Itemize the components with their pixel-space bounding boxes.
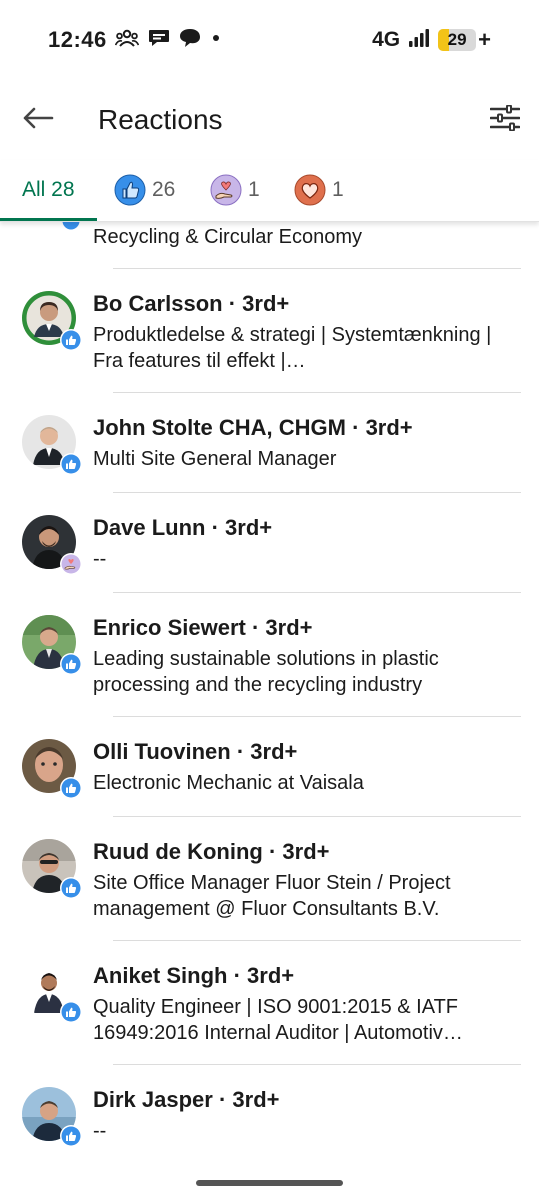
connection-degree: · 3rd+ [228, 291, 290, 316]
like-icon [60, 777, 82, 799]
list-item[interactable]: Olli Tuovinen · 3rd+ Electronic Mechanic… [0, 717, 539, 817]
home-indicator[interactable] [196, 1180, 343, 1186]
person-name: Olli Tuovinen [93, 739, 231, 764]
connection-degree: · 3rd+ [211, 515, 273, 540]
threads-icon [179, 28, 201, 48]
person-name: John Stolte CHA, CHGM [93, 415, 346, 440]
avatar[interactable] [22, 739, 82, 799]
dot-icon [210, 32, 222, 44]
support-icon [210, 174, 242, 206]
notification-icons [115, 28, 222, 48]
tab-like-count: 26 [152, 178, 176, 201]
list-item[interactable]: Recycling & Circular Economy [0, 222, 539, 269]
charging-indicator: + [478, 27, 491, 52]
connection-degree: · 3rd+ [251, 615, 313, 640]
like-icon [60, 877, 82, 899]
support-icon [60, 553, 82, 575]
person-name: Dave Lunn [93, 515, 206, 540]
app-header: Reactions [0, 82, 539, 160]
status-time: 12:46 [48, 27, 107, 52]
person-name-line: Olli Tuovinen · 3rd+ [93, 739, 297, 765]
like-icon [60, 329, 82, 351]
person-headline: Site Office Manager Fluor Stein / Projec… [93, 872, 451, 920]
group-icon [115, 29, 139, 47]
like-icon [60, 1125, 82, 1147]
battery-icon: 29 + [438, 27, 491, 53]
person-headline: Quality Engineer | ISO 9001:2015 & IATF … [93, 996, 463, 1044]
person-headline: Leading sustainable solutions in plastic… [93, 648, 439, 696]
list-item[interactable]: John Stolte CHA, CHGM · 3rd+ Multi Site … [0, 393, 539, 493]
person-headline: Recycling & Circular Economy [93, 226, 362, 248]
tab-love-count: 1 [332, 178, 344, 201]
battery-level: 29 [447, 30, 467, 49]
avatar[interactable] [22, 1087, 82, 1147]
connection-degree: · 3rd+ [218, 1087, 280, 1112]
status-right: 4G 29 + [372, 27, 491, 53]
person-name-line: Ruud de Koning · 3rd+ [93, 839, 330, 865]
person-name-line: Bo Carlsson · 3rd+ [93, 291, 289, 317]
tab-all[interactable]: All 28 [22, 160, 75, 220]
list-item[interactable]: Ruud de Koning · 3rd+ Site Office Manage… [0, 817, 539, 941]
tab-support-count: 1 [248, 178, 260, 201]
like-icon [60, 1001, 82, 1023]
active-tab-indicator [0, 218, 97, 221]
reactions-list: Recycling & Circular Economy Bo Carlsson… [0, 222, 539, 1162]
connection-degree: · 3rd+ [233, 963, 295, 988]
back-button[interactable] [16, 100, 60, 140]
person-name-line: Aniket Singh · 3rd+ [93, 963, 294, 989]
like-icon [60, 653, 82, 675]
list-item[interactable]: Enrico Siewert · 3rd+ Leading sustainabl… [0, 593, 539, 717]
arrow-left-icon [22, 106, 54, 135]
connection-degree: · 3rd+ [236, 739, 298, 764]
list-item[interactable]: Dirk Jasper · 3rd+ -- [0, 1065, 539, 1162]
list-item[interactable]: Dave Lunn · 3rd+ -- [0, 493, 539, 593]
tab-like[interactable]: 26 [114, 160, 175, 220]
tab-all-label: All 28 [22, 178, 75, 201]
avatar[interactable] [22, 615, 82, 675]
avatar[interactable] [22, 963, 82, 1023]
avatar[interactable] [22, 291, 82, 351]
filter-button[interactable] [485, 100, 525, 140]
person-name-line: Enrico Siewert · 3rd+ [93, 615, 313, 641]
person-headline: Produktledelse & strategi | Systemtænkni… [93, 324, 492, 372]
like-icon [60, 222, 82, 232]
person-name: Enrico Siewert [93, 615, 246, 640]
love-icon [294, 174, 326, 206]
sliders-icon [489, 104, 521, 136]
status-bar: 12:46 4G 29 + [0, 0, 539, 82]
list-item[interactable]: Bo Carlsson · 3rd+ Produktledelse & stra… [0, 269, 539, 393]
page-title: Reactions [98, 104, 223, 135]
avatar[interactable] [22, 515, 82, 575]
tab-support[interactable]: 1 [210, 160, 260, 220]
reaction-tabs: All 28 26 1 1 [0, 160, 539, 222]
person-name: Ruud de Koning [93, 839, 263, 864]
signal-icon [408, 28, 430, 53]
like-icon [60, 453, 82, 475]
person-name: Aniket Singh [93, 963, 228, 988]
connection-degree: · 3rd+ [268, 839, 330, 864]
person-name-line: Dirk Jasper · 3rd+ [93, 1087, 280, 1113]
person-headline: Multi Site General Manager [93, 448, 337, 470]
person-headline: Electronic Mechanic at Vaisala [93, 772, 364, 794]
connection-degree: · 3rd+ [352, 415, 413, 440]
person-name-line: Dave Lunn · 3rd+ [93, 515, 272, 541]
list-item[interactable]: Aniket Singh · 3rd+ Quality Engineer | I… [0, 941, 539, 1065]
person-headline: -- [93, 1120, 107, 1142]
tab-love[interactable]: 1 [294, 160, 344, 220]
chat-bubble-icon [148, 28, 170, 48]
person-name: Bo Carlsson [93, 291, 223, 316]
network-label: 4G [372, 28, 401, 51]
avatar[interactable] [22, 415, 82, 475]
person-headline: -- [93, 548, 107, 570]
person-name: Dirk Jasper [93, 1087, 213, 1112]
like-icon [114, 174, 146, 206]
person-name-line: John Stolte CHA, CHGM · 3rd+ [93, 415, 413, 441]
avatar[interactable] [22, 839, 82, 899]
